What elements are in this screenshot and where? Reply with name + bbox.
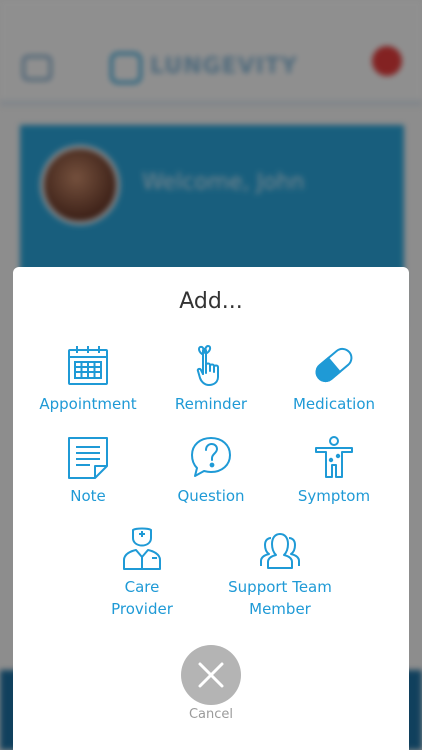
- finger-string-icon: [196, 345, 219, 386]
- cancel-label: Cancel: [188, 707, 234, 722]
- pill-icon: [315, 347, 353, 383]
- modal-title: Add...: [179, 289, 243, 314]
- question-bubble-icon: [191, 437, 231, 477]
- question-label: Question: [177, 487, 245, 505]
- appointment-label: Appointment: [39, 395, 137, 413]
- note-label: Note: [70, 487, 106, 505]
- calendar-icon: [68, 346, 108, 385]
- cancel-button[interactable]: [181, 645, 241, 705]
- reminder-label: Reminder: [174, 395, 248, 413]
- support-team-member-label: Support Team Member: [228, 578, 332, 618]
- add-reminder-button[interactable]: Reminder: [146, 343, 276, 415]
- care-provider-label: Care Provider: [111, 578, 173, 618]
- add-menu-modal: Add... Appointment Reminder Medication N…: [13, 267, 409, 750]
- note-icon: [68, 437, 108, 479]
- body-figure-icon: [315, 436, 353, 478]
- close-icon: [198, 662, 224, 688]
- add-question-button[interactable]: Question: [146, 435, 276, 507]
- team-icon: [260, 533, 300, 569]
- add-symptom-button[interactable]: Symptom: [269, 435, 399, 507]
- add-care-provider-button[interactable]: Care Provider: [77, 526, 207, 620]
- add-note-button[interactable]: Note: [23, 435, 153, 507]
- doctor-icon: [123, 527, 161, 570]
- medication-label: Medication: [292, 395, 376, 413]
- add-medication-button[interactable]: Medication: [269, 343, 399, 415]
- add-support-team-member-button[interactable]: Support Team Member: [205, 526, 355, 620]
- symptom-label: Symptom: [297, 487, 371, 505]
- add-appointment-button[interactable]: Appointment: [23, 343, 153, 415]
